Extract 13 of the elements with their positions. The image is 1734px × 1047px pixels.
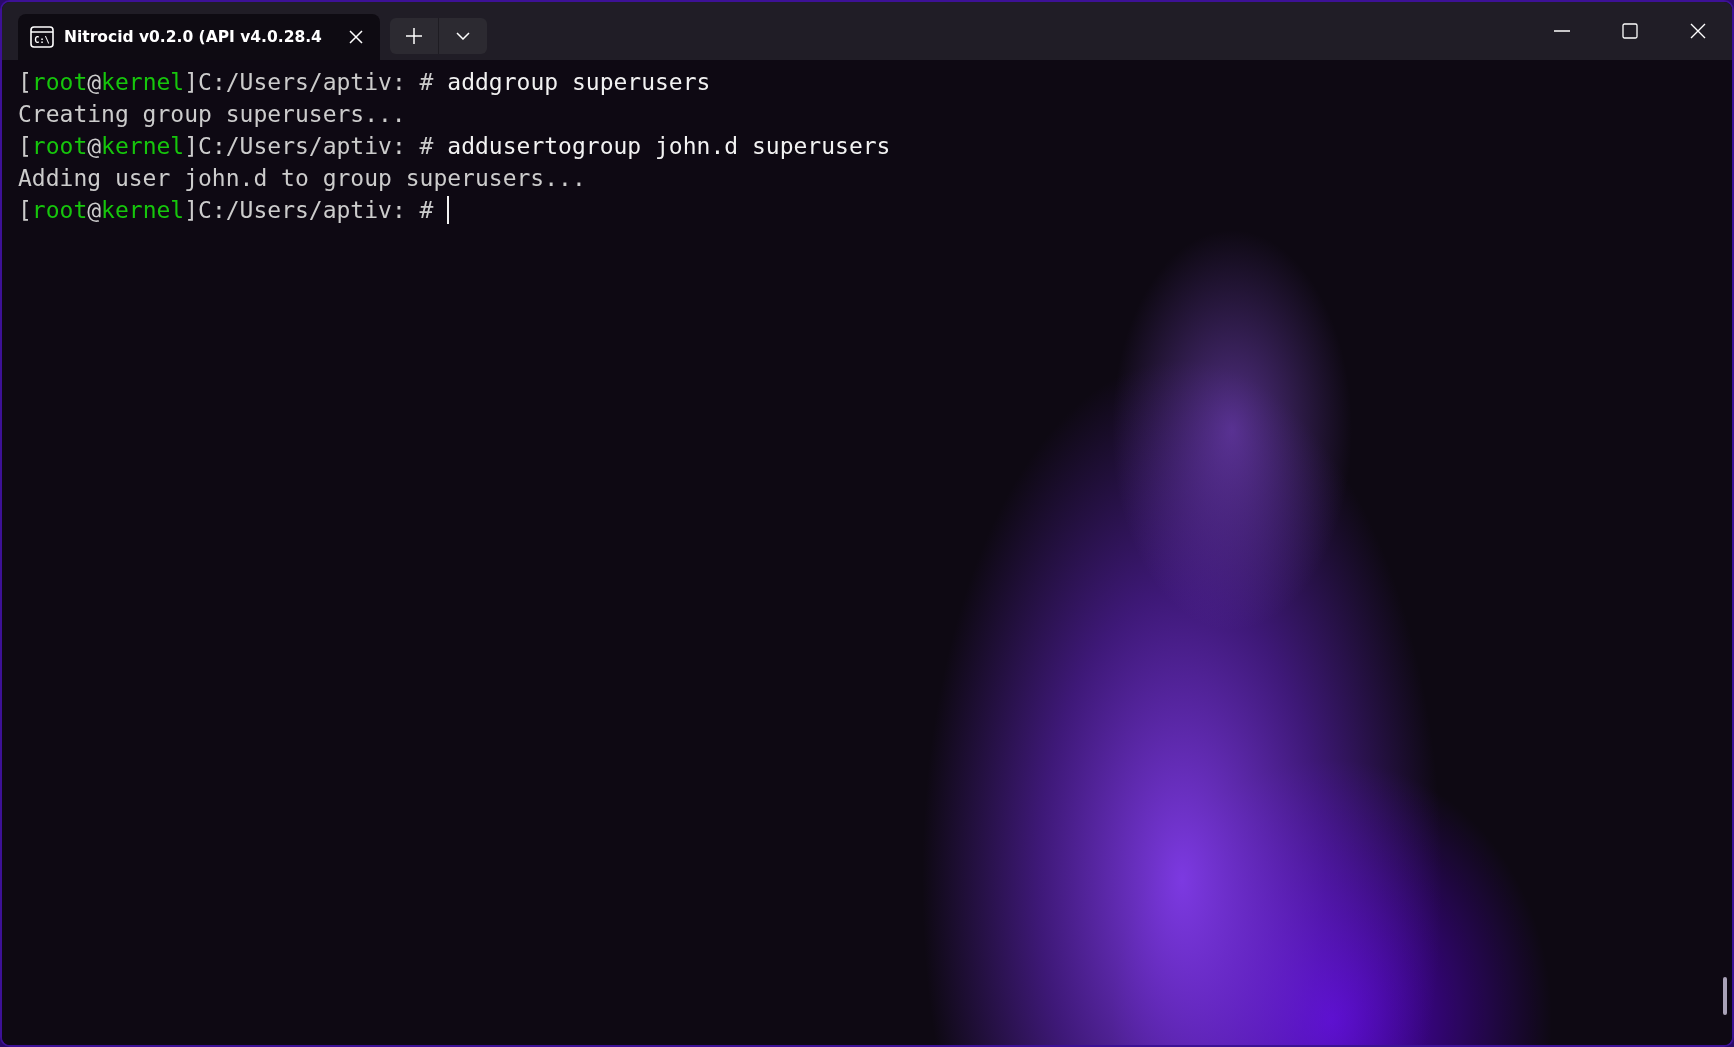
terminal-line: Adding user john.d to group superusers... — [18, 164, 586, 193]
minimize-icon — [1554, 30, 1570, 32]
terminal-icon: C:\ — [30, 26, 54, 48]
plus-icon — [405, 27, 423, 45]
terminal-tab[interactable]: C:\ Nitrocid v0.2.0 (API v4.0.28.4 — [18, 14, 380, 60]
terminal-line: [root@kernel]C:/Users/aptiv: # addusertogroup john.d superusers — [18, 132, 891, 161]
close-icon — [1690, 23, 1706, 39]
scrollbar-thumb[interactable] — [1723, 977, 1727, 1015]
terminal-line: [root@kernel]C:/Users/aptiv: # — [18, 196, 435, 225]
terminal-line: Creating group superusers... — [18, 100, 406, 129]
maximize-icon — [1622, 23, 1638, 39]
chevron-down-icon — [456, 32, 470, 40]
terminal-line: [root@kernel]C:/Users/aptiv: # addgroup superusers — [18, 68, 711, 97]
